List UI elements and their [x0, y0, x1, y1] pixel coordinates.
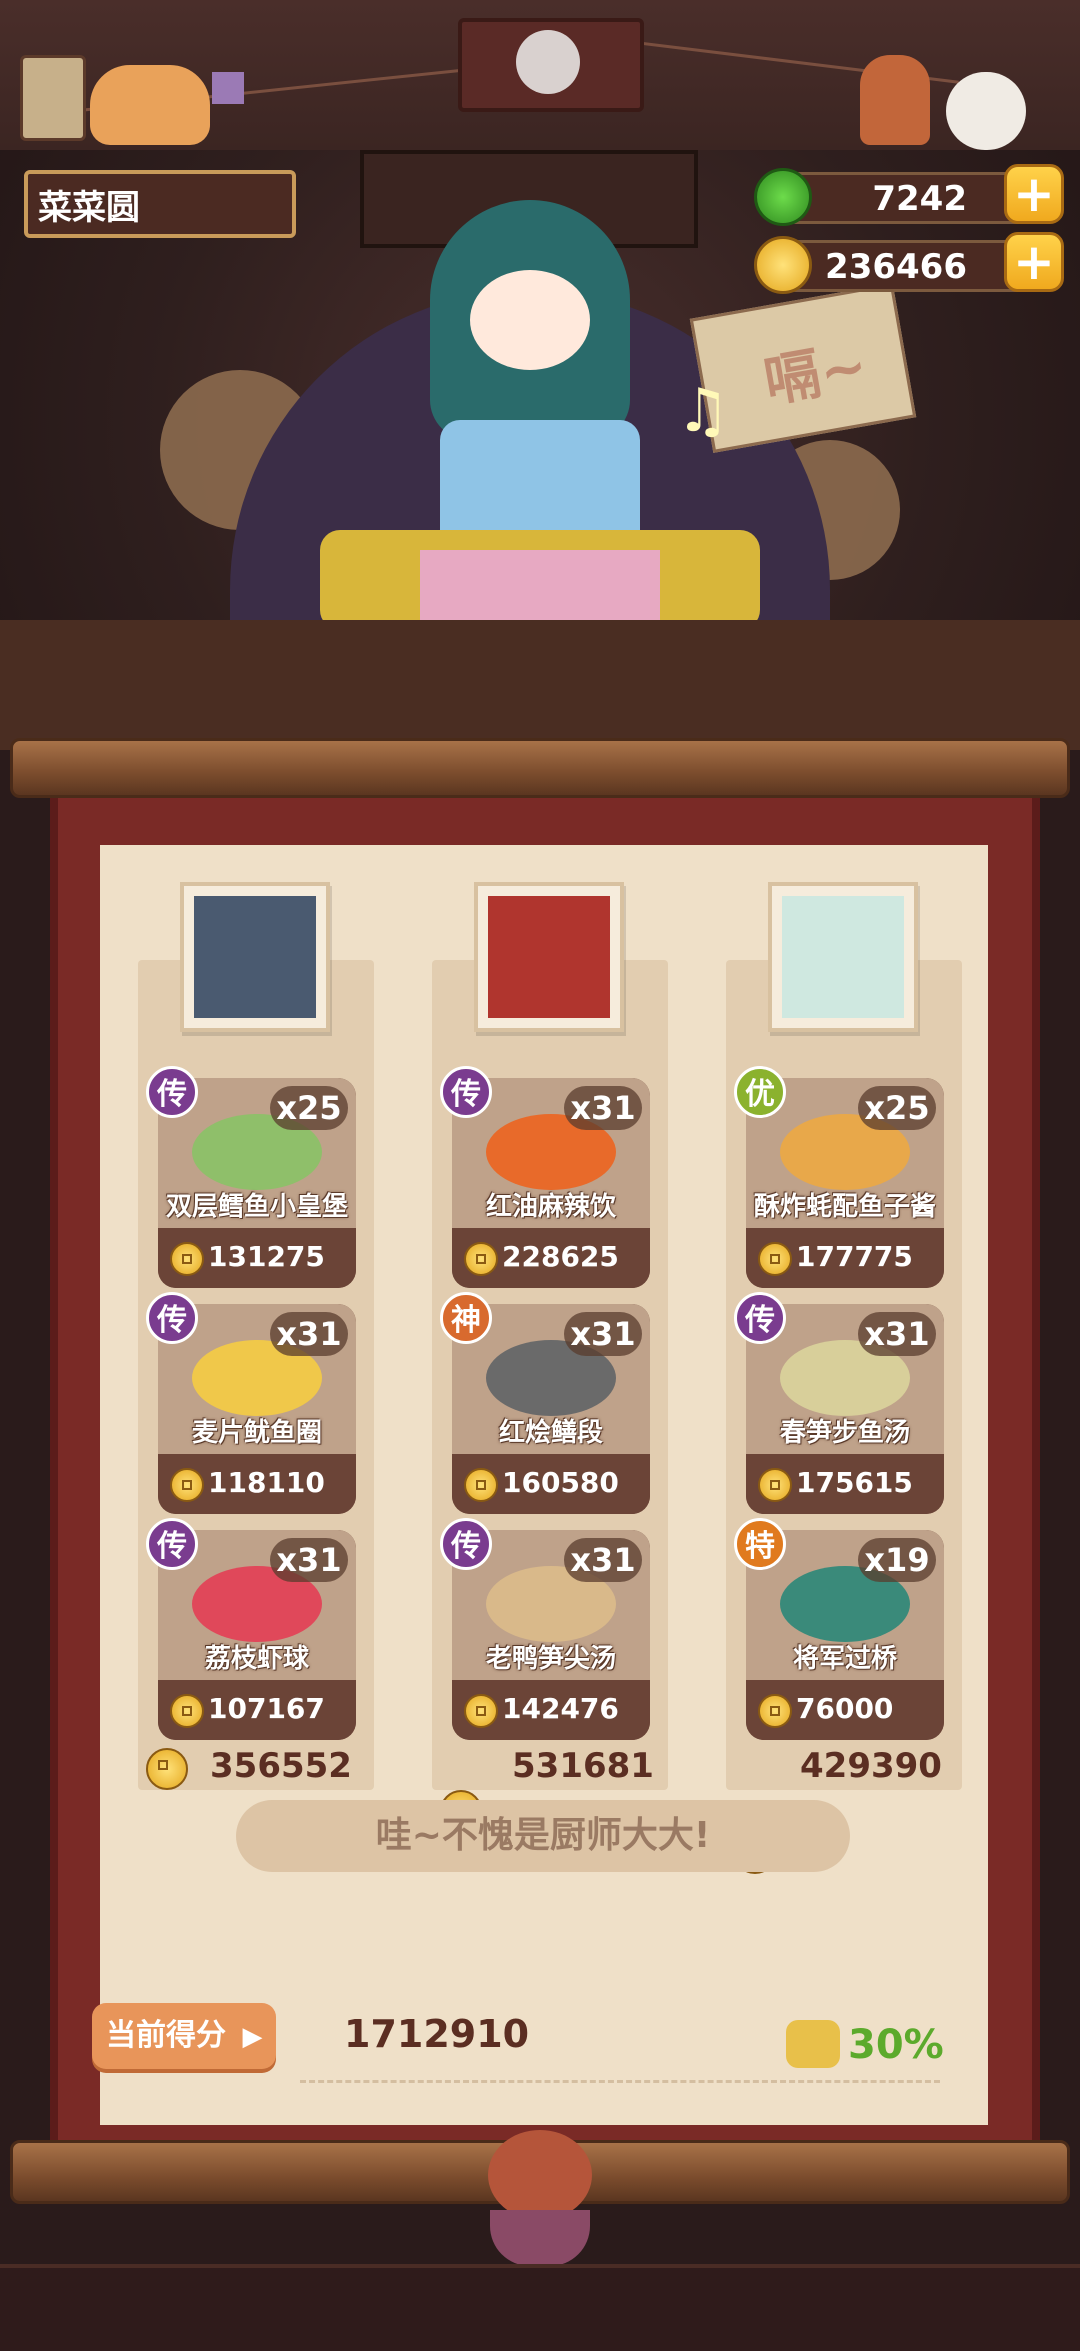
scroll-top-rod: [10, 738, 1070, 798]
dish-price: 228625: [502, 1240, 619, 1273]
paw-sign-icon[interactable]: [20, 55, 86, 141]
dish-name: 红油麻辣饮: [485, 1192, 616, 1222]
tassel-icon: [490, 2210, 590, 2266]
rank-badge-good: 优: [734, 1066, 786, 1118]
rank-badge-god: 神: [440, 1292, 492, 1344]
raccoon-portrait-icon: [516, 30, 580, 94]
chef-portrait[interactable]: [180, 882, 330, 1032]
add-coin-button[interactable]: +: [1004, 232, 1064, 292]
coin-icon: [170, 1242, 204, 1276]
coin-icon: [758, 1468, 792, 1502]
dish-count: x31: [564, 1086, 642, 1130]
dish-name: 双层鳕鱼小皇堡: [165, 1192, 348, 1222]
coin-icon: [758, 1242, 792, 1276]
cat-icon: [90, 65, 210, 145]
dish-price: 177775: [796, 1240, 913, 1273]
current-score-label: 当前得分 ▶: [92, 2003, 276, 2069]
musician-character[interactable]: [430, 200, 630, 440]
add-jade-button[interactable]: +: [1004, 164, 1064, 224]
wooden-fence: [0, 620, 1080, 750]
column-total: 531681: [512, 1746, 654, 1786]
dish-count: x31: [564, 1312, 642, 1356]
jade-icon: [754, 168, 812, 226]
chef-npc-icon: [860, 55, 930, 145]
restaurant-name-panel[interactable]: 菜菜圆: [24, 170, 296, 238]
coin-icon: [464, 1242, 498, 1276]
dish-count: x31: [270, 1538, 348, 1582]
dish-name: 麦片鱿鱼圈: [191, 1418, 322, 1448]
bonus-percent: 30%: [848, 2022, 944, 2068]
dish-name: 老鸭笋尖汤: [485, 1644, 616, 1674]
rank-badge-legend: 传: [734, 1292, 786, 1344]
character-face: [470, 270, 590, 370]
coin-icon: [464, 1468, 498, 1502]
dish-price: 107167: [208, 1692, 325, 1725]
white-cat-icon: [946, 72, 1026, 150]
rank-badge-legend: 传: [440, 1518, 492, 1570]
dish-count: x25: [270, 1086, 348, 1130]
chef-portrait[interactable]: [474, 882, 624, 1032]
chef-portrait[interactable]: [768, 882, 918, 1032]
rank-badge-legend: 传: [146, 1292, 198, 1344]
dish-name: 将军过桥: [792, 1644, 897, 1674]
column-total: 356552: [210, 1746, 352, 1786]
praise-message: 哇~不愧是厨师大大!: [236, 1800, 850, 1872]
current-score-value: 1712910: [344, 2012, 530, 2056]
coin-icon: [758, 1694, 792, 1728]
dish-name: 酥炸蚝配鱼子酱: [753, 1192, 936, 1222]
arrow-right-icon: ▶: [242, 2022, 263, 2052]
dish-count: x19: [858, 1538, 936, 1582]
flag-icon: [212, 72, 244, 104]
dish-count: x25: [858, 1086, 936, 1130]
dish-name: 春笋步鱼汤: [779, 1418, 910, 1448]
current-score-label-text: 当前得分: [106, 2018, 226, 2053]
hanging-portrait: [458, 18, 644, 112]
dish-name: 荔枝虾球: [204, 1644, 309, 1674]
dish-name: 红烩鳝段: [498, 1418, 603, 1448]
restaurant-name: 菜菜圆: [38, 188, 140, 228]
coin-icon: [146, 1748, 188, 1790]
rank-badge-legend: 传: [146, 1066, 198, 1118]
dish-count: x31: [858, 1312, 936, 1356]
dish-price: 175615: [796, 1466, 913, 1499]
jade-count: 7242: [872, 179, 967, 219]
dish-price: 160580: [502, 1466, 619, 1499]
score-divider: [300, 2080, 940, 2083]
knot-ornament-icon: [488, 2130, 592, 2220]
bottom-bar: [0, 2264, 1080, 2351]
coin-icon: [754, 236, 812, 294]
dish-price: 76000: [796, 1692, 894, 1725]
dish-price: 142476: [502, 1692, 619, 1725]
music-note-icon: ♫: [676, 376, 730, 446]
bonus-icon: [786, 2020, 840, 2068]
speech-bubble-text: 嗝~: [759, 333, 873, 416]
coin-icon: [170, 1468, 204, 1502]
rank-badge-special: 特: [734, 1518, 786, 1570]
rank-badge-legend: 传: [146, 1518, 198, 1570]
coin-icon: [464, 1694, 498, 1728]
coin-icon: [170, 1694, 204, 1728]
coin-count: 236466: [825, 247, 967, 287]
dish-price: 118110: [208, 1466, 325, 1499]
rank-badge-legend: 传: [440, 1066, 492, 1118]
dish-count: x31: [564, 1538, 642, 1582]
dish-count: x31: [270, 1312, 348, 1356]
column-total: 429390: [800, 1746, 942, 1786]
dish-price: 131275: [208, 1240, 325, 1273]
